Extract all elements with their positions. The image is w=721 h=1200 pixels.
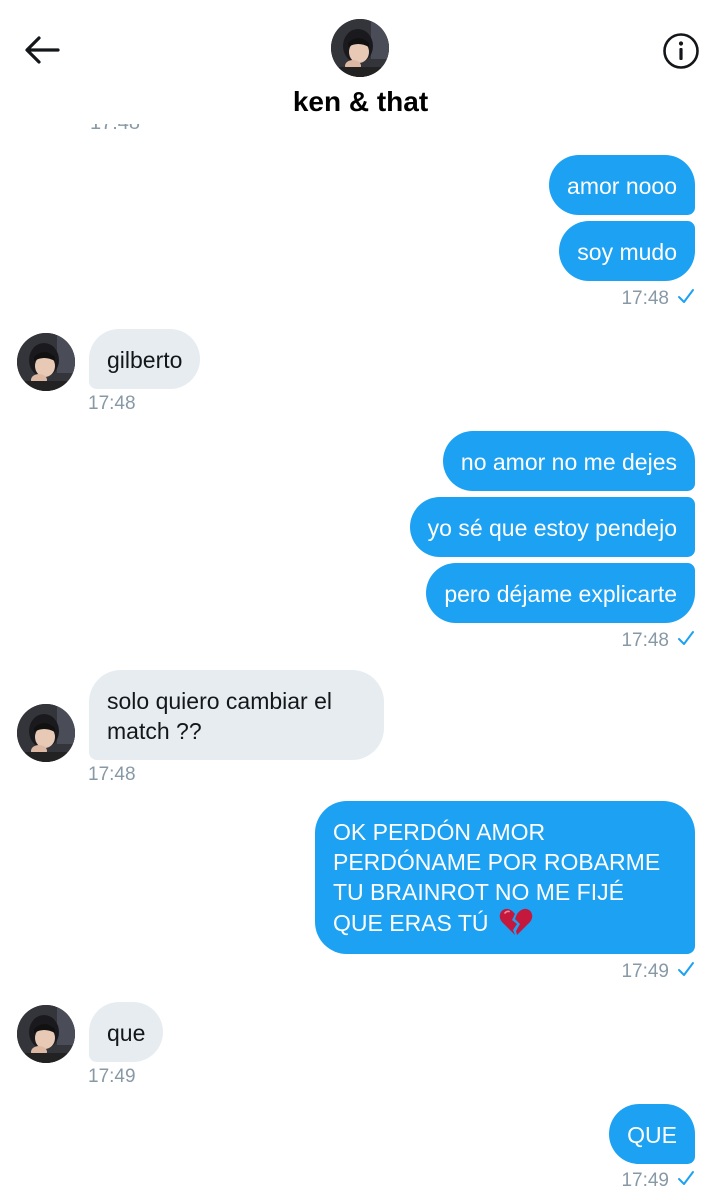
- timestamp-text: 17:48: [88, 764, 136, 785]
- received-message-bubble[interactable]: que: [89, 1002, 164, 1062]
- message-text: gilberto: [107, 347, 183, 373]
- message-timestamp: 17:48: [88, 393, 136, 415]
- page-title: ken & that: [292, 86, 429, 117]
- message-timestamp: 17:48: [88, 764, 136, 786]
- received-message-bubble[interactable]: solo quiero cambiar el match ??: [89, 670, 384, 760]
- info-button[interactable]: [660, 30, 702, 72]
- sent-message-bubble[interactable]: yo sé que estoy pendejo: [409, 497, 695, 557]
- back-button[interactable]: [22, 30, 62, 70]
- sent-message-bubble[interactable]: QUE: [609, 1104, 695, 1164]
- message-text: QUE ERAS TÚ: [333, 910, 489, 936]
- message-text: soy mudo: [577, 239, 677, 265]
- sent-message-bubble[interactable]: no amor no me dejes: [442, 431, 695, 491]
- message-text: amor nooo: [567, 173, 677, 199]
- conversation-avatar[interactable]: [331, 19, 389, 77]
- message-timestamp: 17:49: [621, 961, 695, 983]
- avatar: [17, 333, 75, 391]
- message-text-line: TU BRAINROT NO ME FIJÉ: [333, 879, 624, 905]
- info-icon: [663, 33, 699, 69]
- avatar: [17, 1005, 75, 1063]
- message-timestamp: 17:48: [621, 630, 695, 652]
- sent-message-bubble[interactable]: amor nooo: [549, 155, 695, 215]
- read-check-icon: [677, 961, 695, 983]
- message-text: que: [107, 1020, 146, 1046]
- sent-message-bubble[interactable]: pero déjame explicarte: [426, 563, 695, 623]
- message-text: QUE: [627, 1122, 677, 1148]
- timestamp-text: 17:49: [88, 1066, 136, 1087]
- message-text-line: solo quiero cambiar el: [107, 688, 333, 714]
- timestamp-text: 17:49: [621, 961, 669, 982]
- read-check-icon: [677, 630, 695, 652]
- received-message-bubble[interactable]: gilberto: [89, 329, 201, 389]
- sender-avatar[interactable]: [17, 1005, 75, 1063]
- message-text-line: match ??: [107, 718, 202, 744]
- message-text-line: PERDÓNAME POR ROBARME: [333, 849, 661, 875]
- message-timestamp: 17:48: [621, 288, 695, 310]
- read-check-icon: [677, 1170, 695, 1192]
- message-timestamp: 17:49: [621, 1170, 695, 1192]
- read-check-icon: [677, 288, 695, 310]
- conversation-header: ken & that: [0, 0, 721, 128]
- broken-heart-icon: [499, 907, 533, 944]
- message-text: pero déjame explicarte: [444, 581, 677, 607]
- message-text-line: QUE ERAS TÚ: [333, 907, 677, 944]
- sent-message-bubble[interactable]: OK PERDÓN AMOR PERDÓNAME POR ROBARME TU …: [315, 801, 695, 954]
- message-text: yo sé que estoy pendejo: [427, 515, 677, 541]
- timestamp-text: 17:48: [88, 393, 136, 414]
- sender-avatar[interactable]: [17, 704, 75, 762]
- sender-avatar[interactable]: [17, 333, 75, 391]
- clipped-timestamp: 17:48: [90, 124, 140, 134]
- arrow-left-icon: [25, 36, 60, 64]
- timestamp-text: 17:49: [621, 1170, 669, 1191]
- sent-message-bubble[interactable]: soy mudo: [559, 221, 695, 281]
- timestamp-text: 17:48: [621, 288, 669, 309]
- avatar: [331, 19, 389, 77]
- message-text-line: OK PERDÓN AMOR: [333, 819, 546, 845]
- message-text: no amor no me dejes: [460, 449, 677, 475]
- avatar: [17, 704, 75, 762]
- timestamp-text: 17:48: [621, 630, 669, 651]
- message-timestamp: 17:49: [88, 1066, 136, 1088]
